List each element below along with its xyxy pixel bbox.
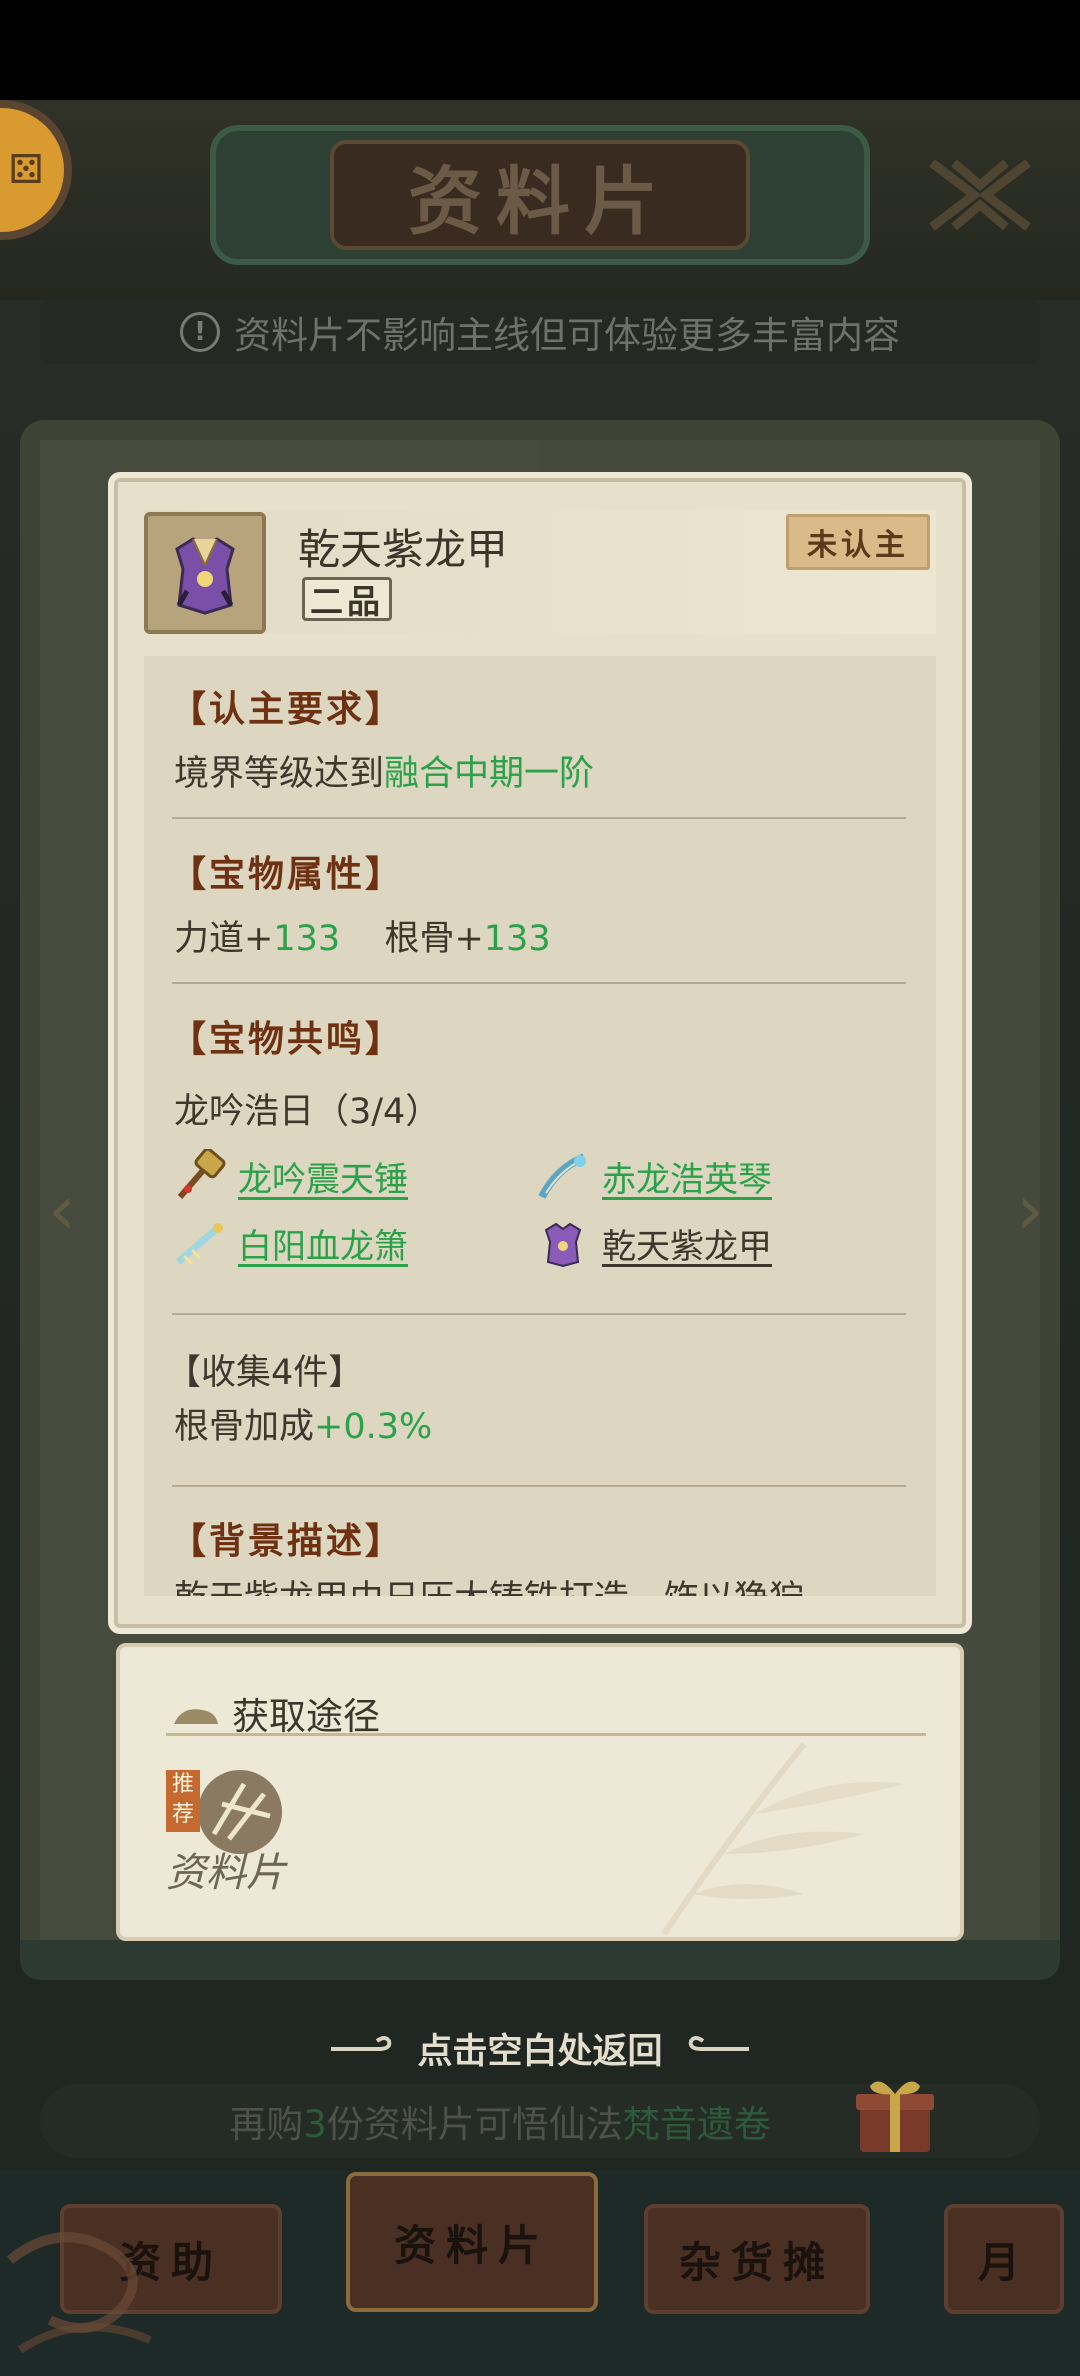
set-item-label: 白阳血龙箫 bbox=[238, 1226, 408, 1267]
requirements-text: 境界等级达到融合中期一阶 bbox=[174, 754, 595, 794]
set-item-label: 龙吟震天锤 bbox=[238, 1159, 408, 1200]
page-title-box: 资料片 bbox=[330, 140, 750, 250]
divider bbox=[172, 1313, 906, 1315]
notice-bar: ! 资料片不影响主线但可体验更多丰富内容 bbox=[40, 300, 1040, 364]
close-icon bbox=[929, 159, 1031, 231]
flute-icon bbox=[172, 1216, 226, 1270]
tab-label: 月 bbox=[977, 2237, 1030, 2287]
tab-label: 资料片 bbox=[393, 2220, 550, 2270]
zither-icon bbox=[536, 1149, 590, 1203]
book-edge bbox=[20, 1940, 1060, 1980]
dice-icon: ⚄ bbox=[8, 147, 44, 193]
set-item-label: 乾天紫龙甲 bbox=[602, 1226, 772, 1267]
recommend-tag: 推荐 bbox=[166, 1770, 200, 1832]
acquire-title: 获取途径 bbox=[232, 1695, 380, 1738]
close-button[interactable] bbox=[920, 150, 1040, 240]
set-item-armor[interactable]: 乾天紫龙甲 bbox=[536, 1215, 772, 1271]
status-bar bbox=[0, 0, 1080, 100]
item-name: 乾天紫龙甲 bbox=[298, 525, 509, 574]
return-hint[interactable]: 点击空白处返回 bbox=[0, 2018, 1080, 2078]
tab-monthly[interactable]: 月 bbox=[944, 2204, 1064, 2314]
background-title: 【背景描述】 bbox=[170, 1520, 405, 1562]
promo-text: 再购3份资料片可悟仙法梵音遗卷 bbox=[229, 2103, 771, 2146]
gift-icon[interactable] bbox=[850, 2070, 940, 2160]
item-icon bbox=[144, 512, 266, 634]
info-icon: ! bbox=[180, 312, 220, 352]
bamboo-decoration bbox=[661, 1742, 904, 1936]
item-grade-badge: 二品 bbox=[302, 577, 392, 621]
notice-text: 资料片不影响主线但可体验更多丰富内容 bbox=[234, 314, 900, 357]
tab-general-store[interactable]: 杂货摊 bbox=[644, 2204, 870, 2314]
tab-expansion[interactable]: 资料片 bbox=[346, 2172, 598, 2312]
swirl-right-icon bbox=[688, 2036, 749, 2051]
resonance-title: 【宝物共鸣】 bbox=[170, 1018, 405, 1060]
armor-icon bbox=[536, 1216, 590, 1270]
required-realm: 融合中期一阶 bbox=[384, 754, 595, 794]
set-item-zither[interactable]: 赤龙浩英琴 bbox=[536, 1148, 772, 1204]
resonance-set-name: 龙吟浩日（3/4） bbox=[174, 1092, 441, 1132]
divider bbox=[172, 1485, 906, 1487]
background-text: 乾天紫龙甲由日压大铸铁打造，饰以狰狞 bbox=[174, 1576, 804, 1596]
page-next-icon[interactable]: › bbox=[1000, 1160, 1060, 1260]
set-item-hammer[interactable]: 龙吟震天锤 bbox=[172, 1148, 408, 1204]
hammer-icon bbox=[172, 1149, 226, 1203]
requirements-title: 【认主要求】 bbox=[170, 688, 405, 730]
source-label: 资料片 bbox=[166, 1850, 286, 1896]
tab-label: 杂货摊 bbox=[678, 2237, 835, 2287]
cloud-bullet-icon bbox=[174, 1709, 218, 1724]
armor-icon bbox=[175, 537, 235, 615]
collection-bonus-text: 根骨加成+0.3% bbox=[174, 1407, 433, 1447]
attributes-text: 力道+133 根骨+133 bbox=[174, 919, 551, 959]
cloud-swirl-decoration bbox=[6, 2232, 152, 2354]
page-prev-icon[interactable]: ‹ bbox=[32, 1160, 92, 1260]
swirl-left-icon bbox=[331, 2036, 392, 2051]
page-title: 资料片 bbox=[408, 158, 672, 245]
attributes-title: 【宝物属性】 bbox=[170, 853, 405, 895]
set-item-label: 赤龙浩英琴 bbox=[602, 1159, 772, 1200]
set-item-flute[interactable]: 白阳血龙箫 bbox=[172, 1215, 408, 1271]
divider bbox=[172, 817, 906, 819]
divider bbox=[172, 982, 906, 984]
acquire-divider bbox=[166, 1733, 926, 1736]
collection-title: 【收集4件】 bbox=[166, 1353, 364, 1393]
return-hint-text: 点击空白处返回 bbox=[417, 2031, 663, 2072]
bind-status-badge: 未认主 bbox=[786, 514, 930, 570]
